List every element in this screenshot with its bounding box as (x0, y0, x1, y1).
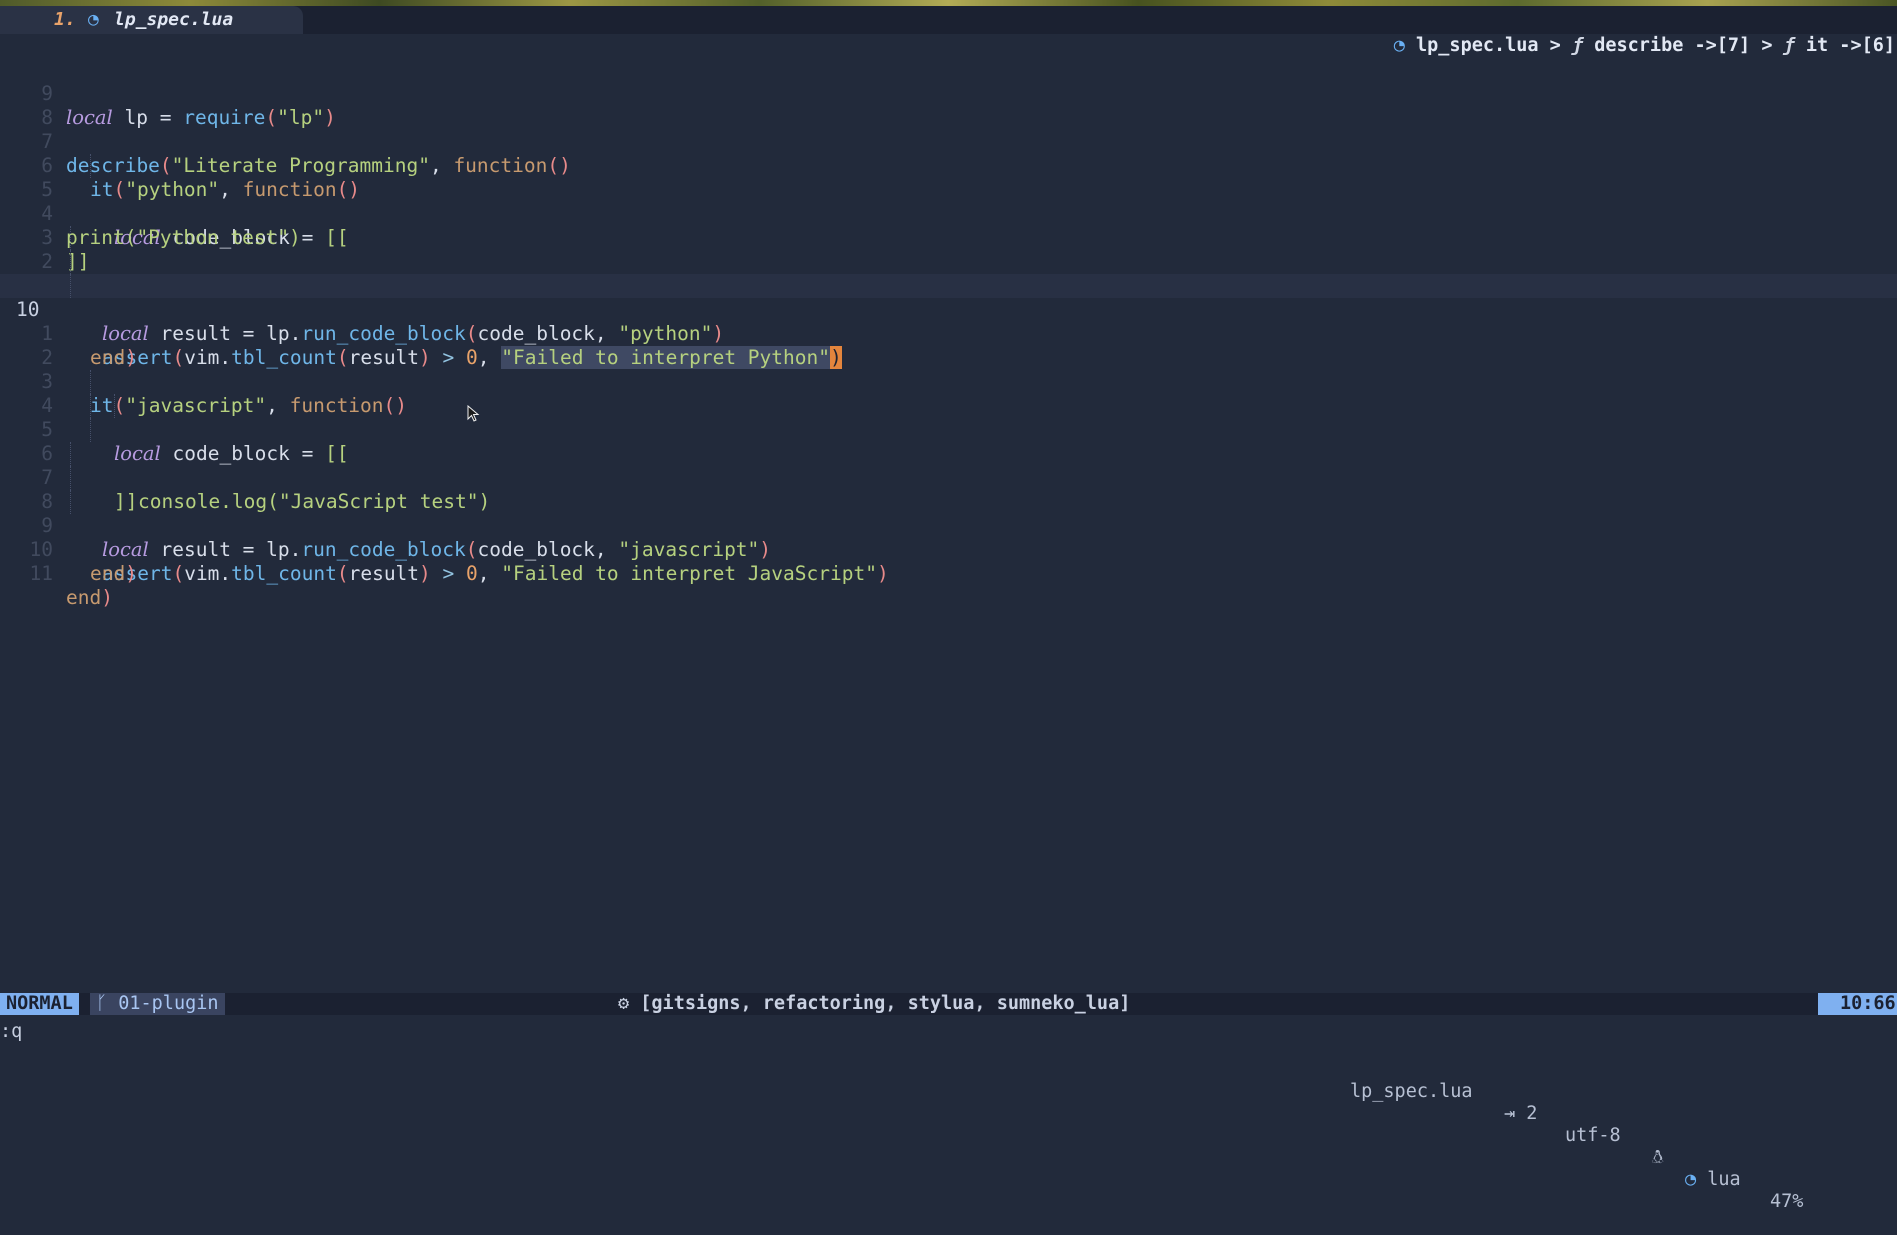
file-encoding: utf-8 (1565, 1125, 1621, 1146)
breadcrumb-it[interactable]: it ->[6] (1795, 35, 1895, 56)
code-line[interactable]: 6 it("python", function() (0, 130, 1897, 201)
code-line[interactable]: 2 (0, 226, 1897, 273)
code-line[interactable]: 4 print("Python test") (0, 178, 1897, 249)
winbar-breadcrumb: ◔ lp_spec.lua > ƒ describe ->[7] > ƒ it … (1393, 35, 1895, 56)
code-line[interactable]: 5 console.log("JavaScript test") (0, 394, 1897, 513)
filetype: ◔ lua (1685, 1169, 1741, 1190)
scroll-percent: 47% (1770, 1191, 1804, 1212)
indent-guide (90, 394, 91, 418)
code-line[interactable]: 8 (0, 82, 1897, 129)
code-line[interactable]: 1 end) (0, 298, 1897, 369)
command-line[interactable]: :q (0, 1020, 22, 1044)
code-line[interactable]: 8 local result = lp.run_code_block(code_… (0, 466, 1897, 561)
code-line[interactable]: 3 ]] (0, 202, 1897, 273)
lua-icon: ◔ (88, 9, 99, 30)
function-icon: ƒ (1571, 35, 1584, 56)
git-branch[interactable]: ᚴ 01-plugin (90, 993, 225, 1015)
indent-guide (70, 466, 71, 490)
mouse-pointer-icon (467, 405, 480, 422)
tab-number: 1. (54, 9, 76, 30)
code-line[interactable]: 9 assert(vim.tbl_count(result) > 0, "Fai… (0, 490, 1897, 585)
code-line[interactable]: 5 local code_block = [[ (0, 154, 1897, 249)
code-line[interactable]: 2 (0, 322, 1897, 369)
code-line[interactable]: 9 local lp = require("lp") (0, 58, 1897, 129)
indent-guide (114, 394, 115, 418)
indent-guide (90, 154, 91, 178)
code-line[interactable]: 7 describe("Literate Programming", funct… (0, 106, 1897, 177)
function-icon: ƒ (1783, 35, 1795, 56)
tab-lp-spec[interactable]: 1. ◔ lp_spec.lua (0, 6, 303, 34)
indent-guide (90, 418, 91, 442)
lua-icon: ◔ (1685, 1169, 1708, 1190)
code-line[interactable]: 10 end) (0, 514, 1897, 585)
line-number: 11 (29, 562, 53, 585)
indent-guide (70, 226, 71, 250)
mode-indicator: NORMAL (0, 993, 79, 1015)
indent-guide (70, 490, 71, 514)
linux-icon: 🐧︎ (1652, 1147, 1664, 1168)
lsp-clients: ⚙ [gitsigns, refactoring, stylua, sumnek… (618, 993, 1131, 1014)
code-line[interactable]: 6 ]] (0, 418, 1897, 513)
indent-guide (70, 442, 71, 466)
gear-icon: ⚙ (618, 993, 641, 1014)
breadcrumb-file[interactable]: lp_spec.lua (1416, 35, 1539, 56)
lua-icon: ◔ (1393, 35, 1417, 56)
tab-filename: lp_spec.lua (114, 9, 234, 30)
status-filename: lp_spec.lua (1350, 1081, 1473, 1102)
code-line[interactable]: 1 local result = lp.run_code_block(code_… (0, 250, 1897, 345)
current-line[interactable]: 10 assert(vim.tbl_count(result) > 0, "Fa… (0, 274, 1897, 369)
tabline: 1. ◔ lp_spec.lua (0, 6, 1897, 34)
statusline: NORMAL ᚴ 01-plugin ⚙ [gitsigns, refactor… (0, 993, 1897, 1212)
indent-guide (70, 250, 71, 274)
code-line[interactable]: 7 (0, 442, 1897, 489)
indent-guide (90, 370, 91, 394)
breadcrumb-describe[interactable]: describe ->[7] (1583, 35, 1750, 56)
indent-guide (70, 274, 71, 298)
code-line[interactable]: 11 end) (0, 538, 1897, 609)
indent-size: ⇥ 2 (1504, 1103, 1538, 1124)
code-line[interactable]: 3 it("javascript", function() (0, 346, 1897, 417)
code-line[interactable]: 4 local code_block = [[ (0, 370, 1897, 465)
cursor-position: 10:66 (1818, 993, 1897, 1015)
git-branch-icon: ᚴ (96, 993, 119, 1014)
